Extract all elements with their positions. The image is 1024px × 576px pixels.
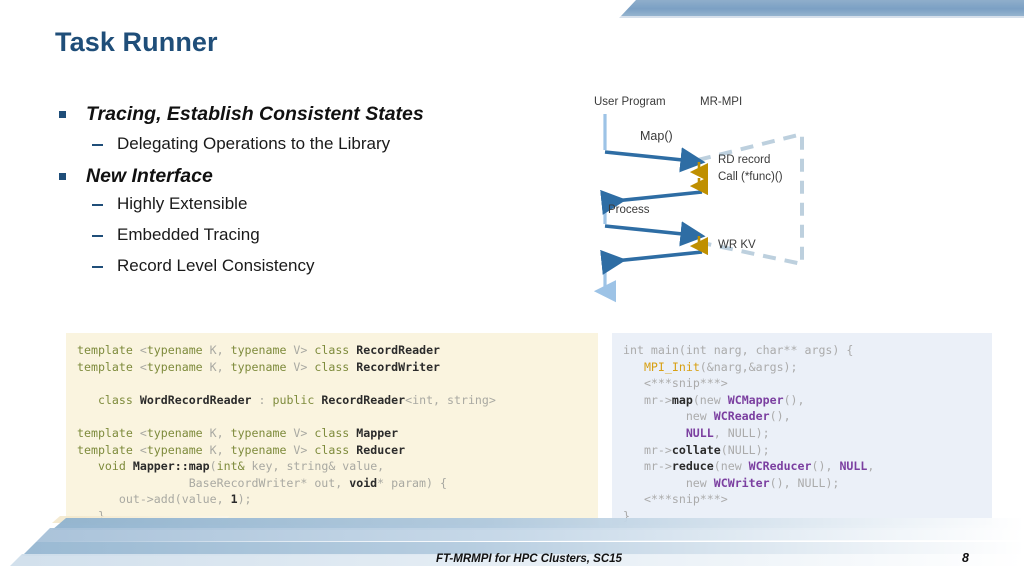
bullet-level2: Record Level Consistency [56,256,556,276]
footer-text: FT-MRMPI for HPC Clusters, SC15 [436,553,622,565]
top-accent-bar [619,0,1024,18]
bullet-text: Record Level Consistency [117,256,315,275]
bullet-text: Highly Extensible [117,194,248,213]
slide-number: 8 [962,551,969,565]
dash-bullet-icon [92,266,103,268]
bullet-text: Embedded Tracing [117,225,260,244]
slide: Task Runner Tracing, Establish Consisten… [0,0,1024,576]
bullet-list: Tracing, Establish Consistent States Del… [56,103,556,287]
diagram-label-process: Process [608,204,650,216]
bullet-level2: Highly Extensible [56,194,556,214]
diagram-label-mr-mpi: MR-MPI [700,96,743,108]
sequence-diagram-graphic [593,114,804,303]
dash-bullet-icon [92,144,103,146]
square-bullet-icon [59,111,66,118]
square-bullet-icon [59,173,66,180]
bullet-text: Delegating Operations to the Library [117,134,391,153]
diagram-label-map-call: Map() [640,129,673,143]
code-block-interface: template <typename K, typename V> class … [66,333,598,525]
diagram-label-wr-kv: WR KV [718,239,756,251]
diagram-label-rd-record: RD record [718,154,771,166]
bottom-accent-bars [0,516,1024,576]
diagram-label-call-func: Call (*func)() [718,171,783,183]
dash-bullet-icon [92,235,103,237]
page-title: Task Runner [55,27,218,57]
bullet-level1: New Interface [56,165,556,188]
bullet-text: New Interface [86,165,213,187]
dash-bullet-icon [92,204,103,206]
bullet-level1: Tracing, Establish Consistent States [56,103,556,126]
diagram-label-user-program: User Program [594,96,666,108]
code-block-main: int main(int narg, char** args) { MPI_In… [612,333,992,525]
sequence-diagram: User Program MR-MPI Map() RD record Call… [580,84,840,306]
bullet-level2: Delegating Operations to the Library [56,134,556,154]
bullet-text: Tracing, Establish Consistent States [86,103,424,125]
bullet-level2: Embedded Tracing [56,225,556,245]
